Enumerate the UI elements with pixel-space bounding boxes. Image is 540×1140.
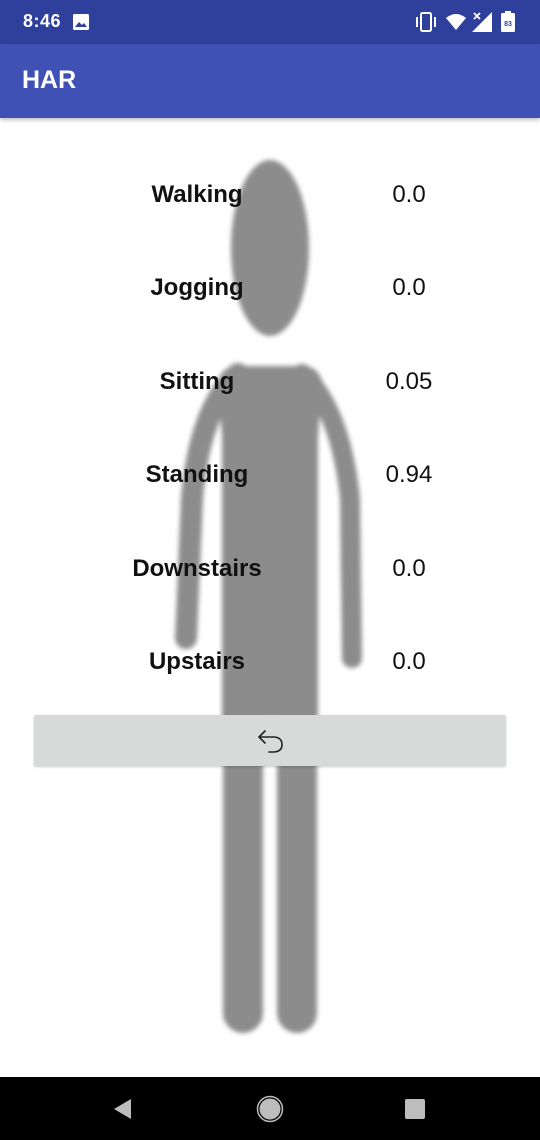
activity-value-downstairs: 0.0 xyxy=(392,555,426,582)
app-title: HAR xyxy=(22,66,77,94)
activity-label-sitting: Sitting xyxy=(159,368,235,395)
home-icon[interactable] xyxy=(256,1095,284,1123)
wifi-icon xyxy=(446,14,466,30)
activity-row-standing: Standing 0.94 xyxy=(0,455,540,495)
navigation-bar xyxy=(0,1077,540,1140)
back-icon[interactable] xyxy=(110,1096,136,1122)
vibrate-icon xyxy=(416,12,436,32)
activity-label-jogging: Jogging xyxy=(150,274,244,301)
activity-row-upstairs: Upstairs 0.0 xyxy=(0,642,540,682)
activity-row-walking: Walking 0.0 xyxy=(0,175,540,215)
activity-label-walking: Walking xyxy=(151,181,243,208)
activity-value-sitting: 0.05 xyxy=(385,368,433,395)
app-bar: HAR xyxy=(0,44,540,118)
status-bar: 8:46 83 xyxy=(0,0,540,44)
status-time: 8:46 xyxy=(23,11,62,31)
activity-label-standing: Standing xyxy=(145,461,249,488)
person-silhouette-image xyxy=(175,160,362,1033)
activity-label-upstairs: Upstairs xyxy=(148,648,246,675)
image-icon xyxy=(73,14,89,30)
activity-row-downstairs: Downstairs 0.0 xyxy=(0,549,540,589)
undo-button[interactable] xyxy=(34,715,506,766)
activity-value-standing: 0.94 xyxy=(385,461,433,488)
battery-icon: 83 xyxy=(501,11,515,32)
activity-value-jogging: 0.0 xyxy=(392,274,426,301)
undo-icon xyxy=(258,730,283,753)
activity-value-walking: 0.0 xyxy=(392,181,426,208)
main-content: Walking 0.0 Jogging 0.0 Sitting 0.05 Sta… xyxy=(0,118,540,1077)
signal-icon xyxy=(472,12,492,32)
activity-row-sitting: Sitting 0.05 xyxy=(0,362,540,402)
activity-row-jogging: Jogging 0.0 xyxy=(0,268,540,308)
battery-level-text: 83 xyxy=(504,21,512,28)
recent-apps-icon[interactable] xyxy=(403,1097,427,1121)
activity-label-downstairs: Downstairs xyxy=(132,555,262,582)
activity-value-upstairs: 0.0 xyxy=(392,648,426,675)
